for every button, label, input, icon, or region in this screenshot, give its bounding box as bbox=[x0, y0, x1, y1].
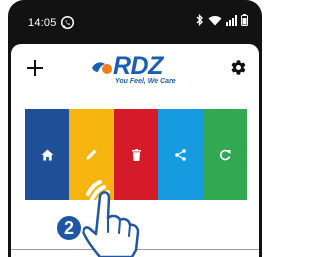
delete-button[interactable] bbox=[113, 109, 159, 200]
whatsapp-icon bbox=[60, 15, 75, 30]
trash-icon bbox=[131, 148, 141, 161]
share-button[interactable] bbox=[158, 109, 203, 200]
pencil-icon bbox=[86, 149, 97, 160]
home-icon bbox=[41, 148, 54, 161]
status-time: 14:05 bbox=[28, 17, 57, 29]
phone-frame: 14:05 RDZ You Feel, We Care 2 bbox=[8, 0, 262, 257]
action-bar bbox=[25, 109, 247, 200]
brand-tagline: You Feel, We Care bbox=[115, 78, 176, 85]
app-screen: RDZ You Feel, We Care bbox=[11, 44, 259, 257]
plus-icon bbox=[27, 60, 43, 76]
logo-mark-icon bbox=[92, 62, 112, 74]
refresh-button[interactable] bbox=[202, 109, 247, 200]
divider bbox=[11, 249, 259, 250]
refresh-icon bbox=[219, 149, 231, 160]
brand-name: RDZ bbox=[113, 52, 163, 80]
add-button[interactable] bbox=[21, 54, 49, 82]
wifi-icon bbox=[208, 15, 222, 29]
brand-logo: RDZ You Feel, We Care bbox=[91, 52, 191, 90]
battery-icon bbox=[241, 14, 248, 29]
edit-button[interactable] bbox=[69, 109, 114, 200]
home-button[interactable] bbox=[25, 109, 70, 200]
gear-icon bbox=[231, 59, 245, 75]
status-bar: 14:05 bbox=[8, 0, 262, 40]
bluetooth-icon bbox=[196, 13, 204, 29]
signal-icon bbox=[226, 14, 237, 29]
share-icon bbox=[175, 148, 186, 161]
step-badge: 2 bbox=[55, 214, 83, 242]
settings-button[interactable] bbox=[225, 54, 251, 80]
status-icons bbox=[196, 13, 248, 29]
